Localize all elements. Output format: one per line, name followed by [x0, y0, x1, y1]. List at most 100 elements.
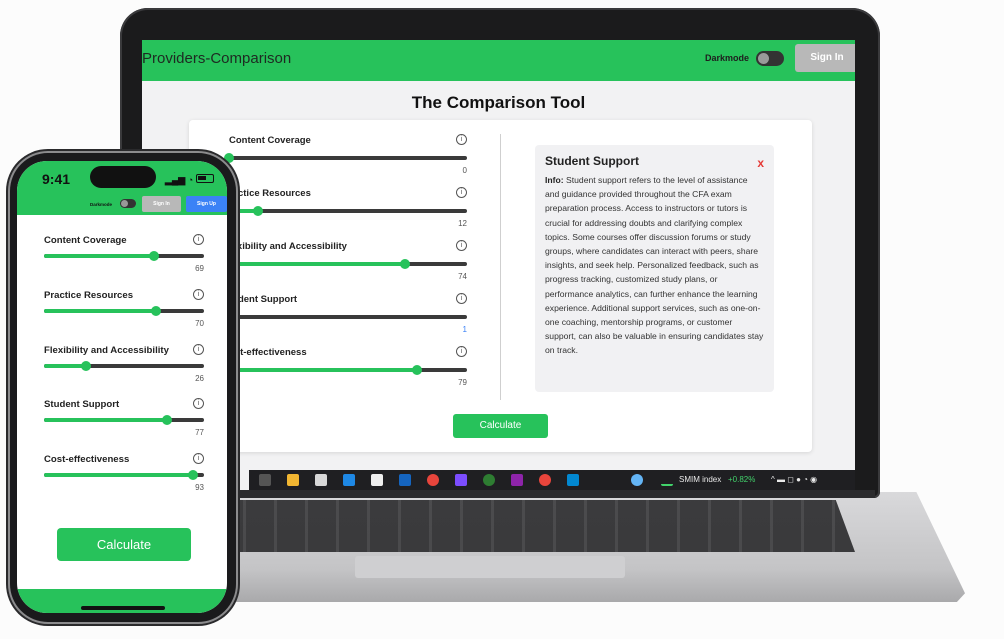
slider-student-support[interactable]: tudent Support i 1 — [226, 293, 467, 344]
signal-wifi-icon: ▂▄▆ ◔ — [165, 175, 194, 185]
info-icon[interactable]: i — [456, 346, 467, 357]
slider-value: 70 — [195, 319, 204, 328]
slider-content-coverage[interactable]: Content Coverage i 0 — [224, 134, 467, 185]
slider-practice-resources[interactable]: ractice Resources i 12 — [229, 187, 467, 238]
laptop-keyboard — [215, 500, 855, 552]
darkmode-toggle[interactable] — [756, 51, 784, 66]
info-prefix: Info: — [545, 175, 564, 185]
info-icon[interactable]: i — [456, 293, 467, 304]
site-brand[interactable]: Providers-Comparison — [142, 50, 291, 67]
darkmode-toggle[interactable] — [120, 199, 136, 208]
page-title: The Comparison Tool — [411, 93, 586, 112]
slider-value: 69 — [195, 264, 204, 273]
slider-thumb[interactable] — [187, 470, 198, 480]
slider-label: Content Coverage — [44, 235, 127, 246]
slider-thumb[interactable] — [162, 415, 173, 425]
edge-icon[interactable] — [483, 474, 495, 486]
slider-fill — [44, 364, 86, 368]
info-icon[interactable]: i — [456, 240, 467, 251]
battery-icon — [196, 174, 214, 183]
slider-value: 93 — [195, 483, 204, 492]
calculate-button[interactable]: Calculate — [57, 528, 191, 561]
slider-thumb[interactable] — [252, 206, 263, 216]
task-view-icon[interactable] — [259, 474, 271, 486]
slider-cost-effectiveness[interactable]: ost-effectiveness i 79 — [229, 346, 467, 397]
laptop-trackpad — [355, 556, 625, 578]
slider-track[interactable] — [44, 470, 204, 480]
slider-fill — [44, 473, 193, 477]
info-icon[interactable]: i — [193, 453, 204, 464]
slider-track[interactable] — [224, 153, 467, 163]
slider-flexibility[interactable]: lexibility and Accessibility i 74 — [229, 240, 467, 291]
info-panel-title: Student Support — [545, 154, 639, 168]
chrome-active-icon[interactable] — [539, 474, 551, 486]
outlook-icon[interactable] — [343, 474, 355, 486]
store-icon[interactable] — [315, 474, 327, 486]
close-button[interactable]: x — [757, 156, 764, 170]
slider-value: 79 — [458, 378, 467, 387]
calculate-button[interactable]: Calculate — [453, 414, 548, 438]
slider-track[interactable] — [44, 251, 204, 261]
sign-in-button[interactable]: Sign In — [142, 196, 181, 212]
chrome-icon[interactable] — [427, 474, 439, 486]
laptop-hinge — [155, 490, 875, 498]
slider-value: 1 — [462, 325, 467, 334]
info-icon[interactable]: i — [193, 344, 204, 355]
slider-value: 12 — [458, 219, 467, 228]
info-icon[interactable]: i — [193, 289, 204, 300]
divider — [500, 134, 501, 400]
slider-label: ost-effectiveness — [229, 347, 307, 358]
phone-screen: 9:41 ▂▄▆ ◔ Darkmode Sign In Sign Up Cont… — [17, 161, 227, 613]
slider-track[interactable] — [44, 361, 204, 371]
slider-content-coverage[interactable]: Content Coverage i 69 — [44, 234, 204, 285]
slider-track[interactable] — [229, 365, 467, 375]
stock-chart-icon — [661, 474, 673, 486]
laptop-screen: Providers-Comparison Darkmode Sign In Th… — [142, 40, 855, 490]
slider-flexibility[interactable]: Flexibility and Accessibility i 26 — [44, 344, 204, 395]
darkmode-label: Darkmode — [705, 53, 750, 63]
system-tray-icons[interactable]: ^ ▬ ◻ ● ◔ ◉ — [771, 475, 817, 484]
slider-label: Flexibility and Accessibility — [44, 345, 169, 356]
sign-up-button[interactable]: Sign Up — [186, 196, 227, 212]
slider-label: lexibility and Accessibility — [229, 241, 347, 252]
info-panel-text: Info: Student support refers to the leve… — [545, 173, 764, 358]
info-panel: Student Support x Info: Student support … — [535, 145, 774, 392]
slider-thumb[interactable] — [151, 306, 161, 316]
slider-thumb[interactable] — [149, 251, 160, 261]
site-header: Providers-Comparison Darkmode Sign In — [142, 40, 855, 81]
copilot-icon[interactable] — [455, 474, 467, 486]
slider-thumb[interactable] — [400, 259, 411, 269]
vscode-icon[interactable] — [567, 474, 579, 486]
slider-fill — [229, 262, 406, 266]
slider-cost-effectiveness[interactable]: Cost-effectiveness i 93 — [44, 453, 204, 504]
dynamic-island — [90, 166, 156, 188]
slider-track[interactable] — [226, 312, 467, 322]
info-icon[interactable]: i — [456, 134, 467, 145]
slider-track[interactable] — [44, 306, 204, 316]
stock-label[interactable]: SMIM index — [679, 475, 721, 484]
info-icon[interactable]: i — [456, 187, 467, 198]
slider-thumb[interactable] — [80, 361, 91, 371]
sign-in-button[interactable]: Sign In — [795, 44, 855, 72]
stock-change: +0.82% — [728, 475, 756, 484]
slider-track[interactable] — [229, 206, 467, 216]
slider-fill — [44, 418, 168, 422]
slider-track[interactable] — [44, 415, 204, 425]
slider-label: Student Support — [44, 399, 120, 410]
home-indicator[interactable] — [81, 606, 165, 610]
app-icon[interactable] — [511, 474, 523, 486]
slider-value: 26 — [195, 374, 204, 383]
help-icon[interactable] — [631, 474, 643, 486]
file-explorer-icon[interactable] — [287, 474, 299, 486]
dropbox-icon[interactable] — [399, 474, 411, 486]
device-mockup: Providers-Comparison Darkmode Sign In Th… — [0, 0, 1004, 639]
slider-student-support[interactable]: Student Support i 77 — [44, 398, 204, 449]
slider-practice-resources[interactable]: Practice Resources i 70 — [44, 289, 204, 340]
slider-thumb[interactable] — [412, 365, 423, 375]
amazon-icon[interactable] — [371, 474, 383, 486]
slider-track[interactable] — [229, 259, 467, 269]
info-icon[interactable]: i — [193, 234, 204, 245]
slider-label: Cost-effectiveness — [44, 454, 130, 465]
info-icon[interactable]: i — [193, 398, 204, 409]
slider-value: 74 — [458, 272, 467, 281]
